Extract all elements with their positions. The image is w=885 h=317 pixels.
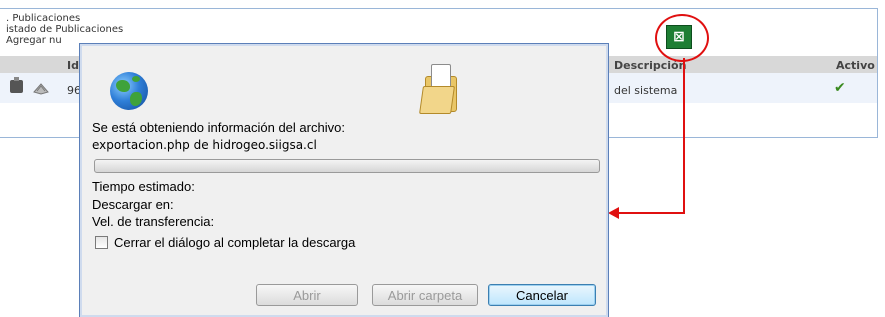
info-label: Se está obteniendo información del archi… [92, 120, 345, 135]
estimated-time-label: Tiempo estimado: [92, 179, 195, 194]
annotation-circle [655, 14, 709, 62]
cancel-button[interactable]: Cancelar [488, 284, 596, 306]
view-icon[interactable] [33, 80, 49, 95]
transfer-rate-label: Vel. de transferencia: [92, 214, 215, 229]
download-to-label: Descargar en: [92, 197, 174, 212]
globe-icon [110, 72, 148, 110]
edit-icon[interactable] [10, 77, 23, 93]
column-header-activo[interactable]: Activo [836, 59, 875, 72]
file-name: exportacion.php de hidrogeo.siigsa.cl [92, 138, 317, 152]
annotation-arrow-line [683, 58, 685, 214]
download-progress-bar [94, 159, 600, 173]
open-button[interactable]: Abrir [256, 284, 358, 306]
annotation-arrowhead [608, 207, 619, 219]
add-publication-link[interactable]: Agregar nu [6, 35, 62, 46]
close-on-complete-label[interactable]: Cerrar el diálogo al completar la descar… [114, 235, 355, 250]
close-on-complete-checkbox[interactable] [95, 236, 108, 249]
breadcrumb-publicaciones[interactable]: . Publicaciones [6, 13, 80, 24]
annotation-arrow-line-horizontal [618, 212, 685, 214]
column-header-id[interactable]: Id [67, 59, 79, 72]
folder-icon [419, 60, 461, 114]
checkmark-icon: ✔ [834, 80, 846, 96]
breadcrumb-listado[interactable]: istado de Publicaciones [6, 24, 123, 35]
row-descripcion: del sistema [614, 84, 678, 97]
open-folder-button[interactable]: Abrir carpeta [372, 284, 478, 306]
